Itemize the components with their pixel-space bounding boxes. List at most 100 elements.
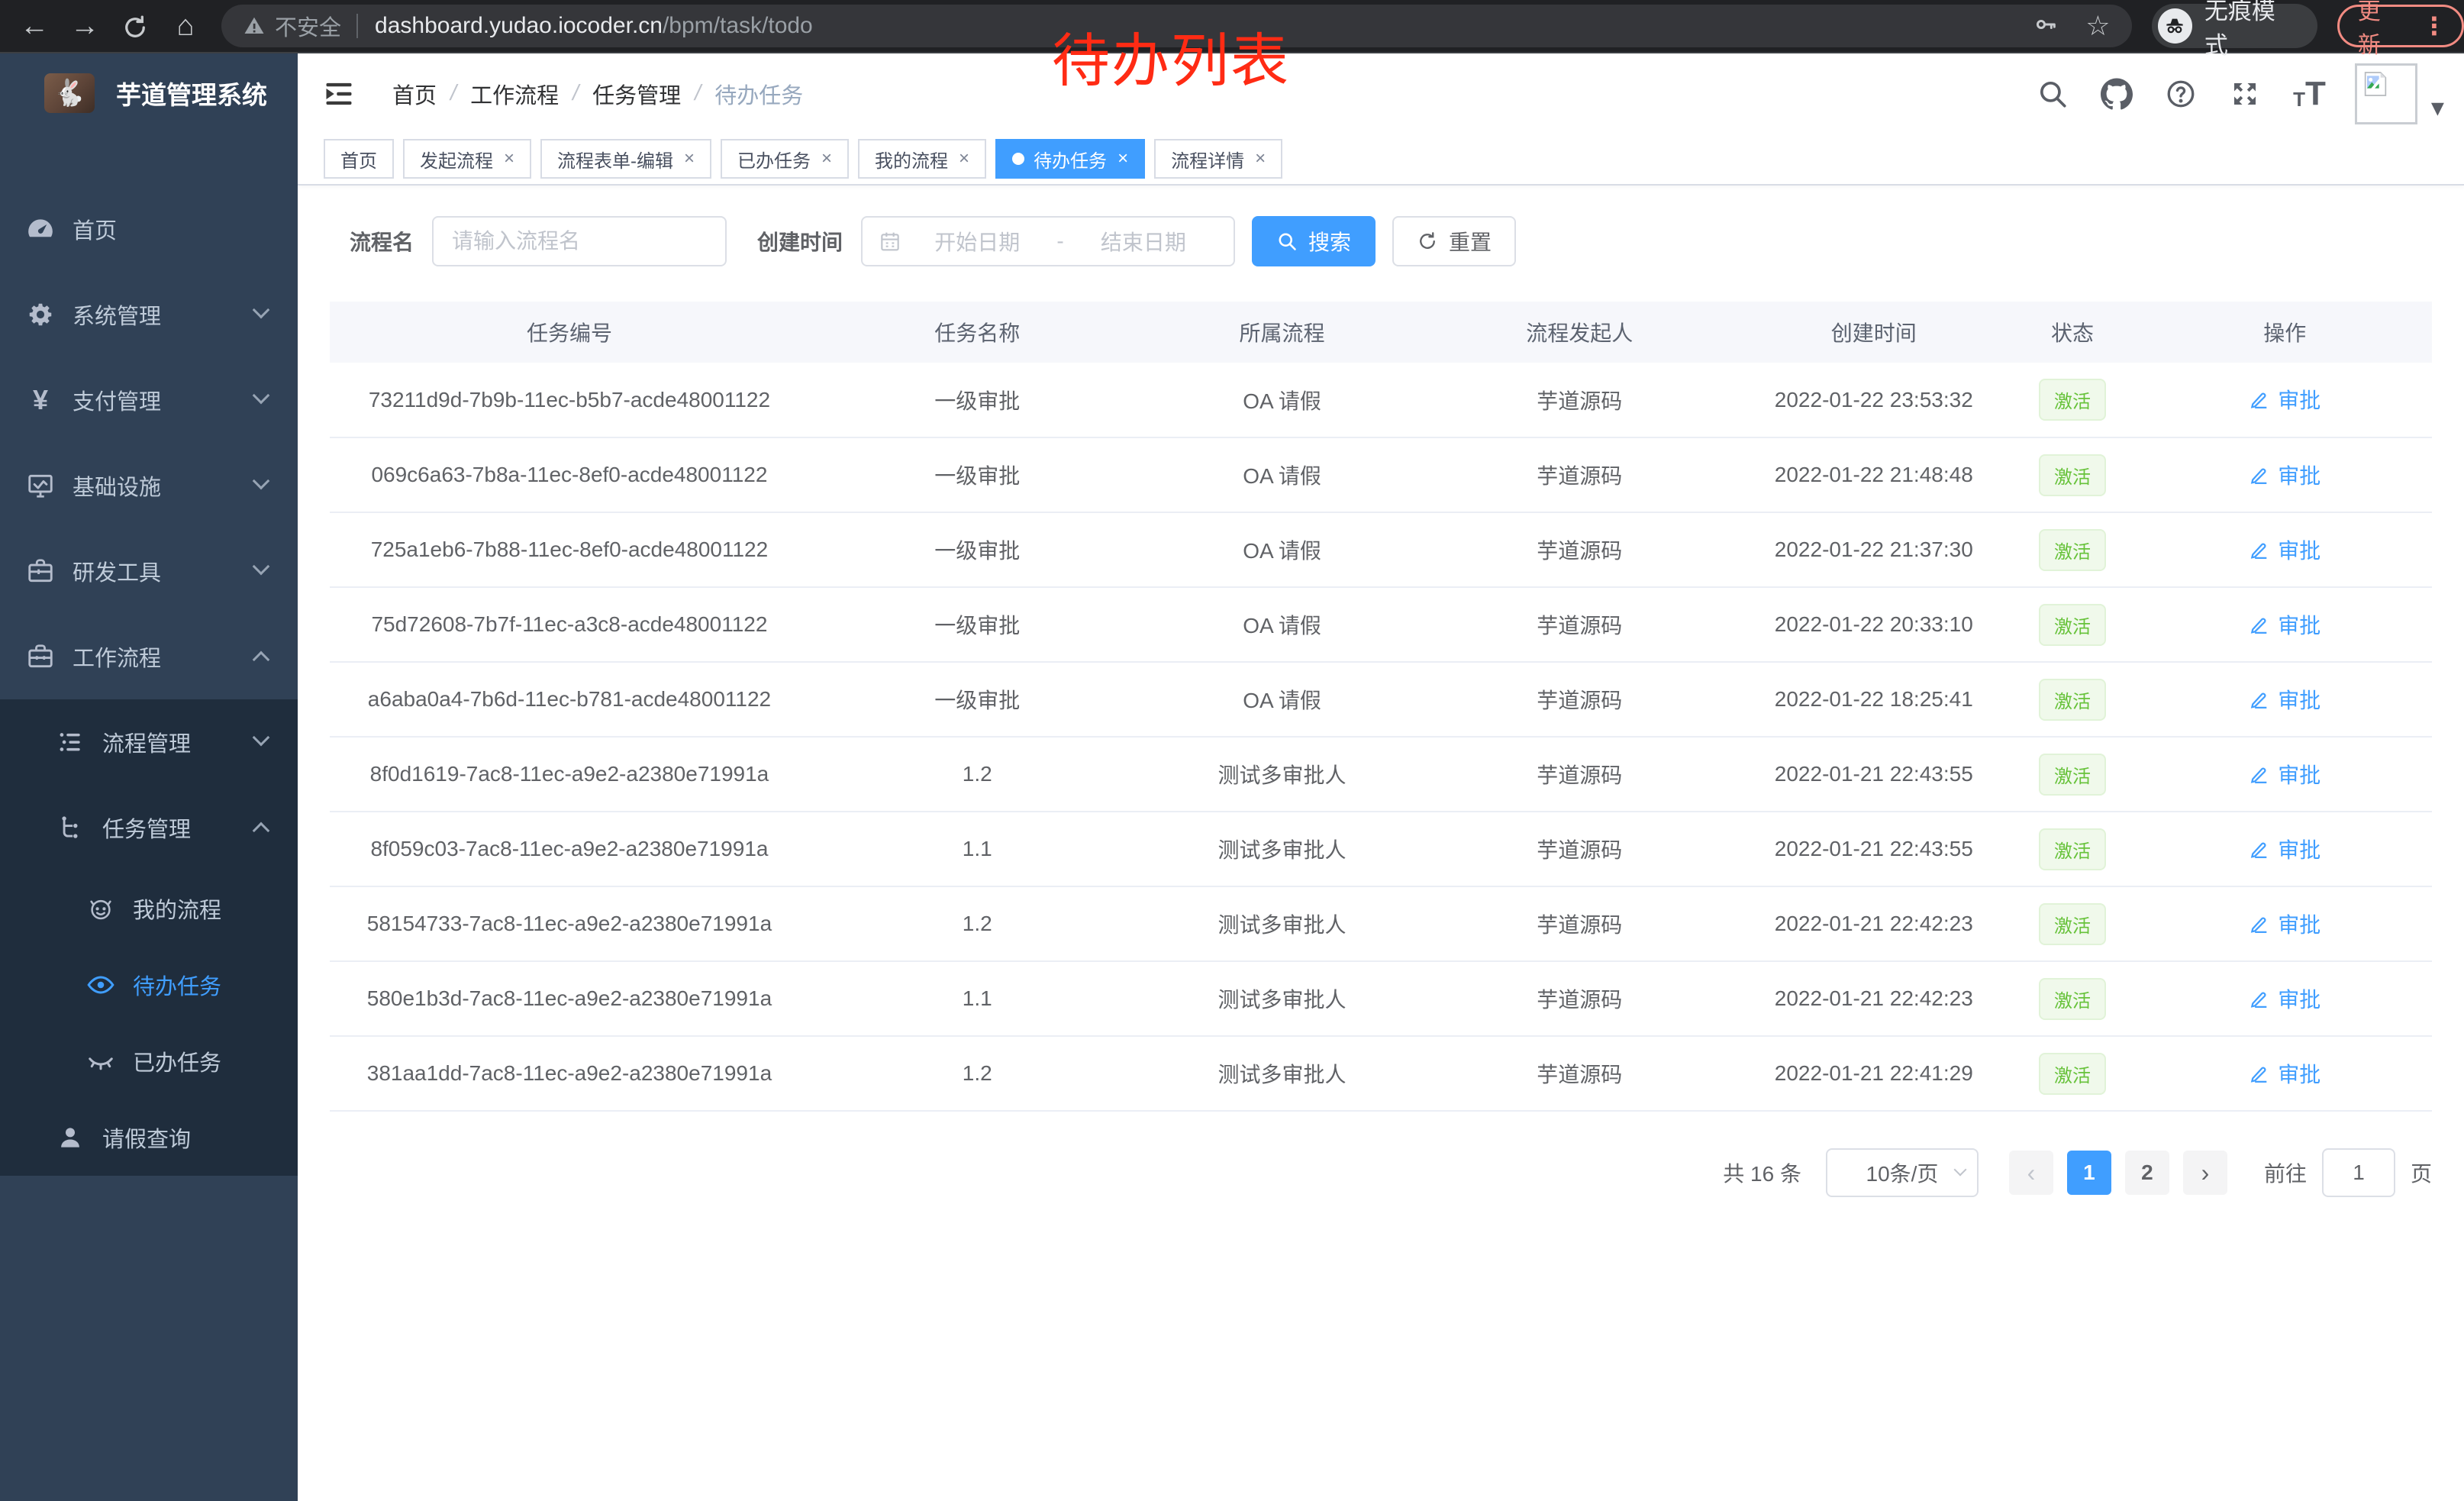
tab-initiate-process[interactable]: 发起流程× [403,139,531,179]
tab-label: 已办任务 [737,146,811,173]
calendar-icon [878,229,902,253]
approve-link[interactable]: 审批 [2249,460,2320,490]
sidebar-item-done-task[interactable]: 已办任务 [0,1023,298,1099]
approve-link[interactable]: 审批 [2249,983,2320,1014]
prev-page-button[interactable]: ‹ [2009,1151,2053,1195]
password-key-icon[interactable] [2033,12,2058,40]
font-size-icon[interactable]: TT [2293,77,2326,111]
breadcrumb-item[interactable]: 首页 [392,78,437,110]
goto-label: 前往 [2264,1157,2307,1188]
tab-process-form-edit[interactable]: 流程表单-编辑× [540,139,711,179]
tab-close-icon[interactable]: × [1118,148,1128,169]
approve-link[interactable]: 审批 [2249,384,2320,415]
status-badge: 激活 [2039,379,2106,421]
tab-my-process[interactable]: 我的流程× [858,139,986,179]
sidebar-item-task-management[interactable]: 任务管理 [0,785,298,870]
browser-home-button[interactable]: ⌂ [160,0,211,53]
status-badge: 激活 [2039,754,2106,796]
sidebar-item-label: 支付管理 [73,384,161,416]
sidebar-item-home[interactable]: 首页 [0,186,298,272]
search-icon[interactable] [2037,78,2069,110]
browser-back-button[interactable]: ← [9,0,60,53]
tab-todo-tasks[interactable]: 待办任务× [995,139,1145,179]
user-avatar-broken-image[interactable] [2355,63,2417,124]
tab-close-icon[interactable]: × [504,148,514,169]
security-warning-icon[interactable] [243,15,266,37]
column-header: 所属流程 [1146,302,1419,363]
tab-done-tasks[interactable]: 已办任务 × [721,139,849,179]
cell-initiator: 芋道源码 [1419,1036,1740,1111]
bookmark-star-icon[interactable]: ☆ [2085,10,2110,42]
browser-menu-icon[interactable]: ⋮ [2422,11,2446,40]
page-button-2[interactable]: 2 [2125,1151,2169,1195]
date-range-picker[interactable]: 开始日期 - 结束日期 [861,216,1235,266]
sidebar-item-my-process[interactable]: 我的流程 [0,870,298,947]
start-date-placeholder[interactable]: 开始日期 [902,226,1052,257]
goto-page-input[interactable] [2322,1148,2395,1197]
tab-process-detail[interactable]: 流程详情× [1154,139,1282,179]
update-label[interactable]: 更新 [2358,0,2402,60]
approve-link[interactable]: 审批 [2249,834,2320,864]
sidebar-item-system-management[interactable]: 系统管理 [0,272,298,357]
cell-task-id: a6aba0a4-7b6d-11ec-b781-acde48001122 [330,662,809,737]
avatar-dropdown-caret-icon[interactable]: ▾ [2431,92,2444,123]
table-body: 73211d9d-7b9b-11ec-b5b7-acde48001122一级审批… [330,363,2432,1111]
browser-forward-button[interactable]: → [60,0,110,53]
sidebar-collapse-icon[interactable] [322,77,356,111]
table-row: a6aba0a4-7b6d-11ec-b781-acde48001122一级审批… [330,662,2432,737]
next-page-button[interactable]: › [2183,1151,2227,1195]
help-icon[interactable] [2165,78,2197,110]
table-row: 069c6a63-7b8a-11ec-8ef0-acde48001122一级审批… [330,437,2432,512]
sidebar-item-leave-query[interactable]: 请假查询 [0,1099,298,1176]
main-area: 首页/工作流程/任务管理/待办任务 TT ▾ 首页发起流程×流程表单-编辑×已办… [298,53,2464,1501]
sidebar-item-workflow[interactable]: 工作流程 [0,614,298,699]
sidebar-item-process-management[interactable]: 流程管理 [0,699,298,785]
table-header-row: 任务编号任务名称所属流程流程发起人创建时间状态操作 [330,302,2432,363]
status-badge: 激活 [2039,903,2106,945]
approve-link[interactable]: 审批 [2249,534,2320,565]
search-button[interactable]: 搜索 [1252,216,1376,266]
sidebar-item-payment-management[interactable]: ¥支付管理 [0,357,298,443]
cell-task-name: 一级审批 [809,363,1146,437]
security-label[interactable]: 不安全 [275,10,341,42]
browser-reload-button[interactable] [110,0,160,53]
url-text[interactable]: dashboard.yudao.iocoder.cn/bpm/task/todo [375,13,813,39]
end-date-placeholder[interactable]: 结束日期 [1069,226,1218,257]
toolbox-icon [25,641,56,672]
approve-link[interactable]: 审批 [2249,609,2320,640]
breadcrumb-item[interactable]: 工作流程 [470,78,559,110]
cell-task-name: 1.1 [809,812,1146,886]
approve-link[interactable]: 审批 [2249,684,2320,715]
page-content: 流程名 创建时间 开始日期 - 结束日期 搜索 重置 任务编号任务名 [298,186,2464,1197]
sidebar-item-infrastructure[interactable]: 基础设施 [0,443,298,528]
tab-home[interactable]: 首页 [324,139,394,179]
approve-link[interactable]: 审批 [2249,1058,2320,1089]
tab-close-icon[interactable]: × [1255,148,1266,169]
process-name-input[interactable] [432,216,727,266]
approve-link[interactable]: 审批 [2249,759,2320,789]
status-badge: 激活 [2039,454,2106,496]
github-icon[interactable] [2101,78,2133,110]
cell-initiator: 芋道源码 [1419,737,1740,812]
breadcrumb-item[interactable]: 任务管理 [592,78,681,110]
browser-update-pill[interactable]: 更新 ⋮ [2337,5,2464,47]
page-size-select[interactable]: 10条/页 [1826,1148,1979,1197]
tab-close-icon[interactable]: × [684,148,695,169]
tab-close-icon[interactable]: × [959,148,969,169]
status-badge: 激活 [2039,679,2106,721]
approve-link[interactable]: 审批 [2249,909,2320,939]
fullscreen-icon[interactable] [2229,78,2261,110]
column-header: 状态 [2008,302,2138,363]
cell-task-id: 75d72608-7b7f-11ec-a3c8-acde48001122 [330,587,809,662]
cell-task-name: 一级审批 [809,662,1146,737]
cell-created: 2022-01-22 20:33:10 [1740,587,2008,662]
sidebar-item-todo-task[interactable]: 待办任务 [0,947,298,1023]
app-logo-row[interactable]: 🐇 芋道管理系统 [0,53,298,133]
tab-close-icon[interactable]: × [821,148,832,169]
reset-button[interactable]: 重置 [1392,216,1516,266]
sidebar-item-dev-tools[interactable]: 研发工具 [0,528,298,614]
page-button-1[interactable]: 1 [2067,1151,2111,1195]
date-range-separator: - [1052,229,1068,253]
incognito-label: 无痕模式 [2204,0,2298,60]
cell-process: OA 请假 [1146,662,1419,737]
